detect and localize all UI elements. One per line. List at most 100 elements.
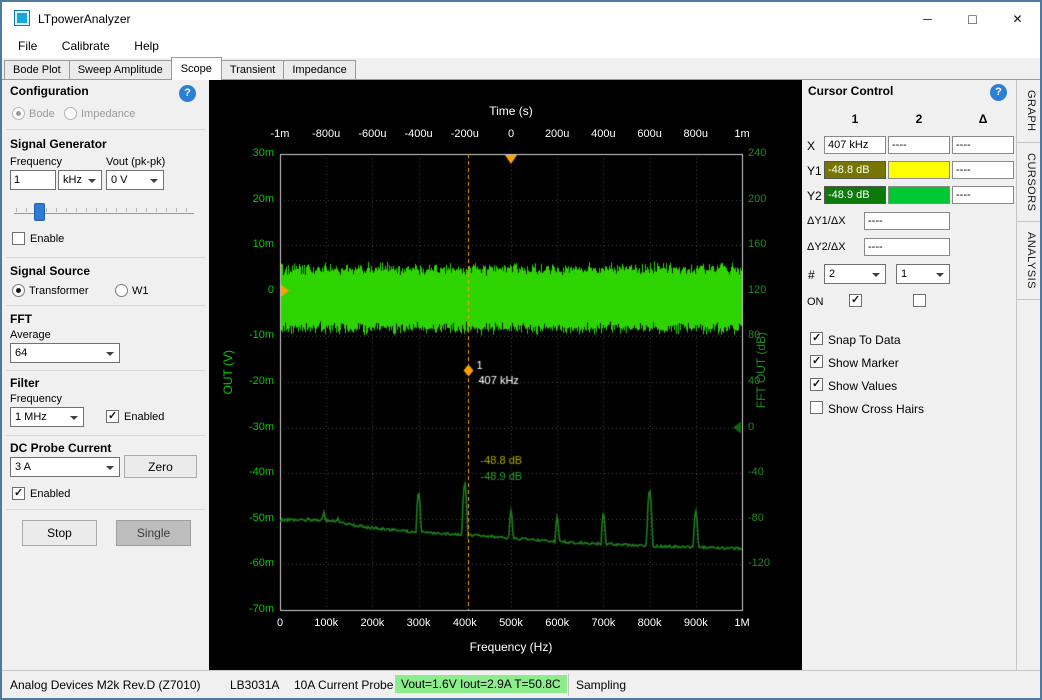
bode-radio-label: Bode: [29, 108, 55, 120]
tab-bode-plot[interactable]: Bode Plot: [4, 60, 70, 79]
transformer-radio[interactable]: [12, 284, 25, 297]
cursor2-number-value: 1: [901, 268, 907, 280]
filter-enabled-checkbox[interactable]: [106, 410, 119, 423]
fft-axis-tick: -80: [748, 512, 788, 524]
time-axis-title: Time (s): [280, 104, 742, 118]
snap-to-data-checkbox[interactable]: [810, 332, 823, 345]
title-bar: LTpowerAnalyzer ─ □ ✕: [2, 2, 1040, 35]
frequency-axis-tick: 500k: [486, 617, 536, 629]
cursor-col-2-header: 2: [888, 112, 950, 126]
time-axis-tick: 200u: [532, 128, 582, 140]
vout-select[interactable]: 0 V: [106, 170, 164, 190]
chart-area: Time (s) Frequency (Hz) OUT (V) FFT OUT …: [209, 80, 802, 670]
maximize-button[interactable]: □: [950, 2, 995, 35]
out-axis-tick: 30m: [209, 147, 274, 159]
frequency-label: Frequency: [10, 156, 62, 168]
power-readout-badge: Vout=1.6V Iout=2.9A T=50.8C: [395, 675, 567, 693]
status-separator: [568, 674, 569, 696]
tab-impedance[interactable]: Impedance: [283, 60, 355, 79]
probe-status: 10A Current Probe: [294, 678, 393, 692]
stop-button[interactable]: Stop: [22, 520, 97, 546]
out-axis-tick: -40m: [209, 466, 274, 478]
side-tab-analysis[interactable]: ANALYSIS: [1017, 222, 1041, 300]
side-tab-graph[interactable]: GRAPH: [1017, 80, 1041, 143]
y2-color-swatch[interactable]: [888, 186, 950, 204]
delta-y2-value: ----: [952, 186, 1014, 204]
show-marker-label: Show Marker: [828, 356, 899, 370]
filter-frequency-select[interactable]: 1 MHz: [10, 407, 84, 427]
tab-transient[interactable]: Transient: [221, 60, 284, 79]
dy2-dx-value: ----: [864, 238, 950, 256]
help-icon[interactable]: ?: [179, 85, 196, 102]
plot-canvas[interactable]: [209, 80, 802, 670]
signal-generator-title: Signal Generator: [10, 137, 107, 151]
cursor1-number-value: 2: [829, 268, 835, 280]
impedance-radio[interactable]: [64, 107, 77, 120]
frequency-slider-thumb[interactable]: [34, 203, 45, 221]
menu-help[interactable]: Help: [124, 35, 169, 57]
dy1-dx-value: ----: [864, 212, 950, 230]
app-window: LTpowerAnalyzer ─ □ ✕ File Calibrate Hel…: [0, 0, 1042, 700]
zero-button[interactable]: Zero: [124, 455, 197, 478]
show-cross-hairs-label: Show Cross Hairs: [828, 402, 924, 416]
bode-radio[interactable]: [12, 107, 25, 120]
dy1-dx-label: ΔY1/ΔX: [807, 215, 846, 227]
time-axis-tick: -400u: [394, 128, 444, 140]
menu-file[interactable]: File: [8, 35, 47, 57]
minimize-button[interactable]: ─: [905, 2, 950, 35]
cursor-control-panel: Cursor Control ? 1 2 Δ X 407 kHz ---- --…: [802, 80, 1016, 670]
cursor2-number-select[interactable]: 1: [896, 264, 950, 284]
out-axis-tick: -60m: [209, 557, 274, 569]
dc-probe-current-select[interactable]: 3 A: [10, 457, 120, 477]
snap-to-data-label: Snap To Data: [828, 333, 901, 347]
average-label: Average: [10, 329, 51, 341]
divider: [6, 435, 205, 436]
cursor2-on-checkbox[interactable]: [913, 294, 926, 307]
y2-row-label: Y2: [807, 189, 822, 203]
average-select[interactable]: 64: [10, 343, 120, 363]
tab-sweep-amplitude[interactable]: Sweep Amplitude: [69, 60, 172, 79]
cursor-col-delta-header: Δ: [952, 112, 1014, 126]
frequency-axis-tick: 0: [255, 617, 305, 629]
transformer-radio-label: Transformer: [29, 285, 89, 297]
cursor1-x-value[interactable]: 407 kHz: [824, 136, 886, 154]
dc-probe-enabled-checkbox[interactable]: [12, 487, 25, 500]
fft-axis-tick: 200: [748, 193, 788, 205]
w1-radio[interactable]: [115, 284, 128, 297]
show-cross-hairs-checkbox[interactable]: [810, 401, 823, 414]
frequency-unit-select[interactable]: kHz: [58, 170, 102, 190]
frequency-axis-tick: 100k: [301, 617, 351, 629]
show-values-checkbox[interactable]: [810, 378, 823, 391]
tab-scope[interactable]: Scope: [171, 57, 222, 80]
side-tab-cursors[interactable]: CURSORS: [1017, 143, 1041, 223]
configuration-title: Configuration: [10, 84, 89, 98]
time-axis-tick: -800u: [301, 128, 351, 140]
time-axis-tick: 1m: [717, 128, 767, 140]
show-marker-checkbox[interactable]: [810, 355, 823, 368]
close-button[interactable]: ✕: [995, 2, 1040, 35]
frequency-axis-tick: 800k: [625, 617, 675, 629]
cursor-control-title: Cursor Control: [808, 84, 893, 98]
frequency-input[interactable]: [10, 170, 56, 190]
dc-probe-title: DC Probe Current: [10, 441, 111, 455]
fft-axis-tick: 240: [748, 147, 788, 159]
board-status: LB3031A: [230, 678, 279, 692]
out-axis-tick: 20m: [209, 193, 274, 205]
cursor1-number-select[interactable]: 2: [824, 264, 886, 284]
divider: [6, 509, 205, 510]
help-icon[interactable]: ?: [990, 84, 1007, 101]
sampling-status: Sampling: [576, 678, 626, 692]
delta-y1-value: ----: [952, 161, 1014, 179]
vout-value: 0 V: [111, 174, 128, 186]
x-row-label: X: [807, 139, 815, 153]
dc-probe-current-value: 3 A: [15, 461, 31, 473]
cursor2-x-value[interactable]: ----: [888, 136, 950, 154]
cursor-col-1-header: 1: [824, 112, 886, 126]
cursor1-on-checkbox[interactable]: [849, 294, 862, 307]
out-axis-tick: -70m: [209, 603, 274, 615]
menu-calibrate[interactable]: Calibrate: [52, 35, 120, 57]
y1-color-swatch[interactable]: [888, 161, 950, 179]
signal-generator-enable-checkbox[interactable]: [12, 232, 25, 245]
time-axis-tick: 600u: [625, 128, 675, 140]
fft-axis-tick: 40: [748, 375, 788, 387]
